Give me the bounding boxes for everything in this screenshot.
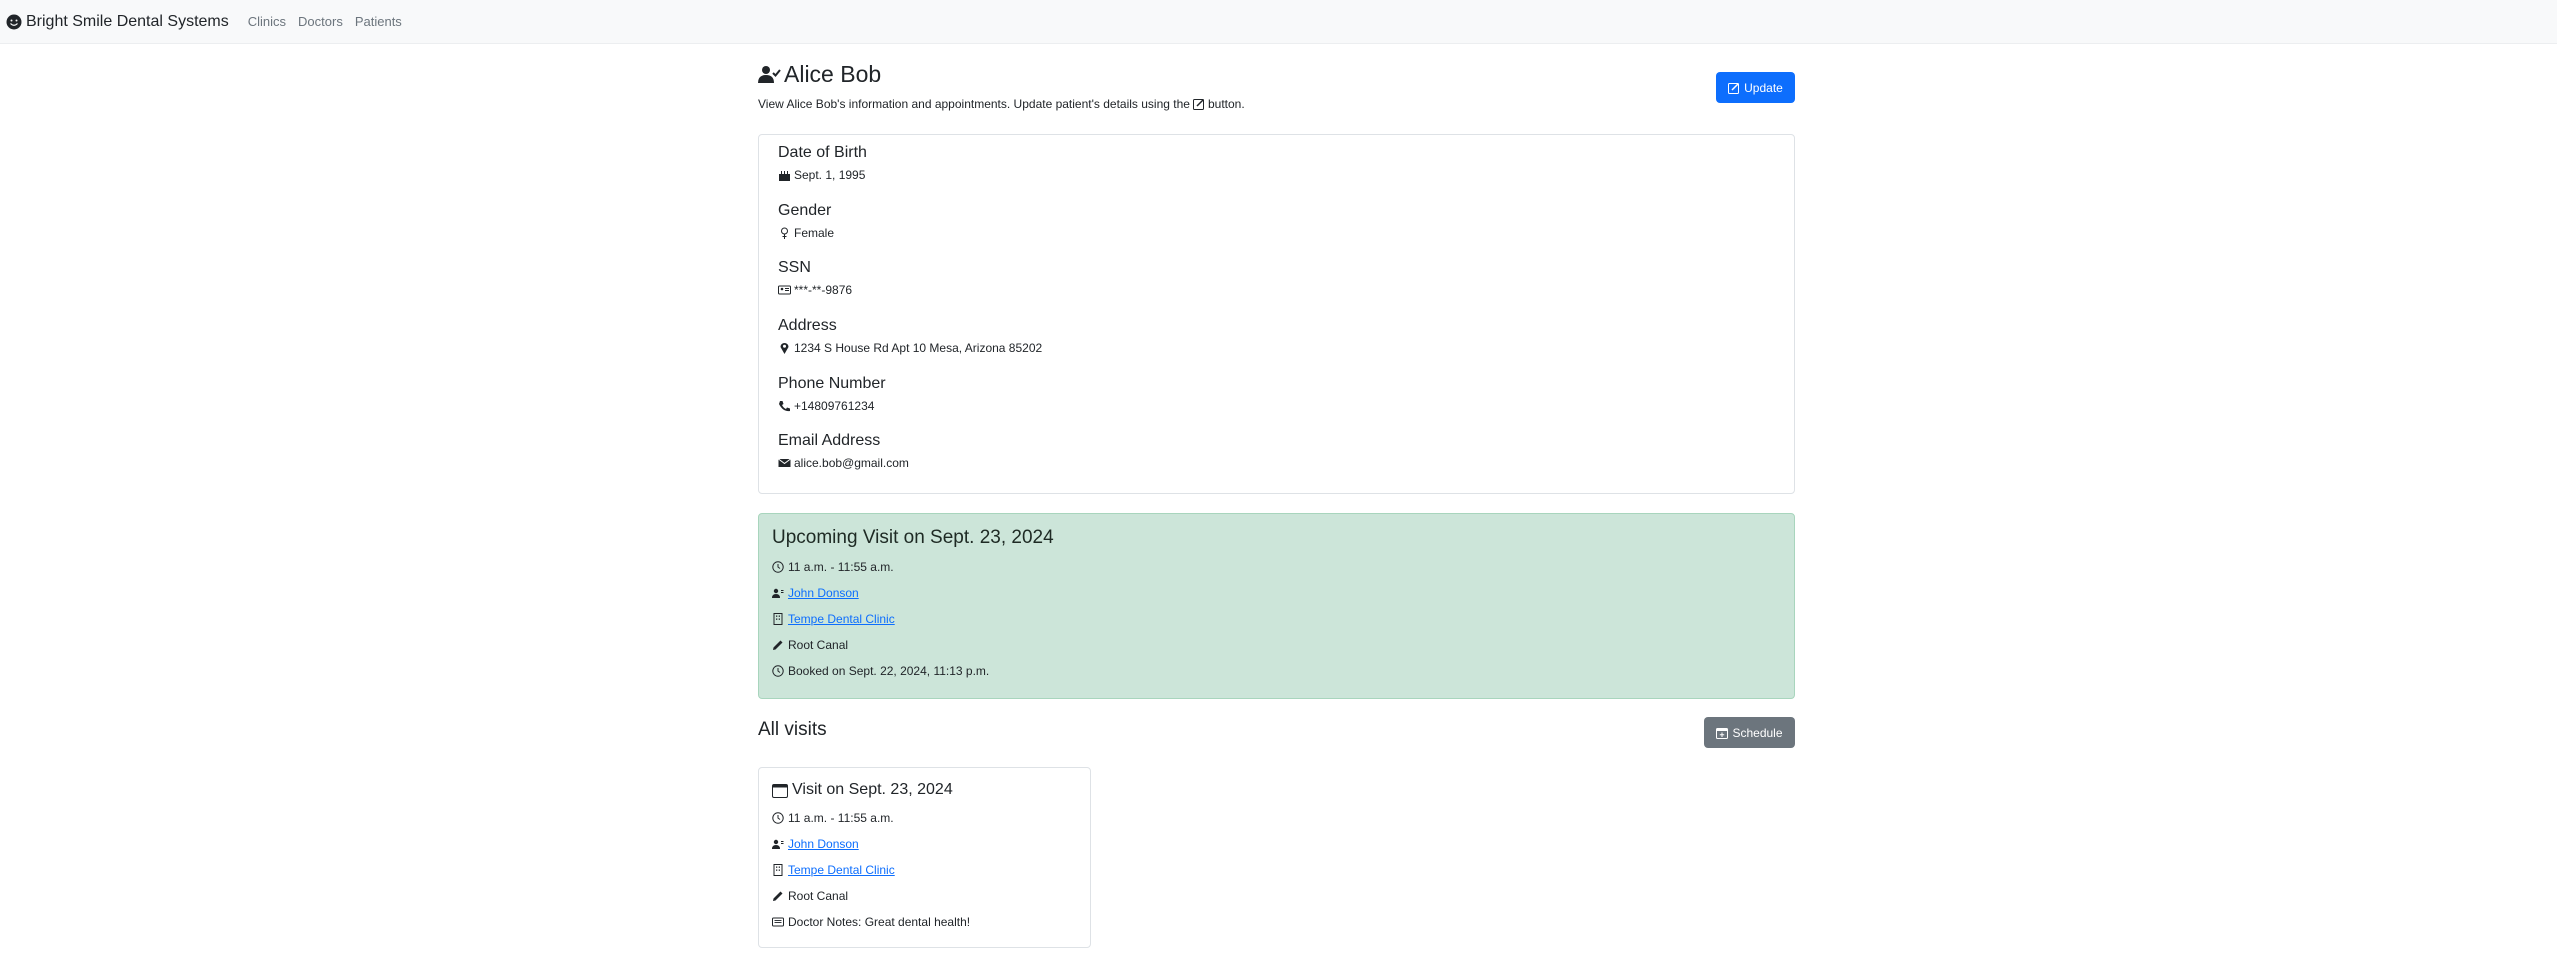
- field-label: Date of Birth: [778, 144, 867, 161]
- clock-icon: [772, 665, 784, 677]
- pencil-icon: [772, 890, 784, 902]
- visit-card: Visit on Sept. 23, 2024 11 a.m. - 11:55 …: [758, 767, 1091, 948]
- upcoming-procedure: Root Canal: [772, 638, 848, 652]
- upcoming-clinic-link[interactable]: Tempe Dental Clinic: [788, 612, 895, 626]
- brand-name: Bright Smile Dental Systems: [26, 12, 229, 30]
- envelope-icon: [778, 457, 791, 469]
- visit-time-text: 11 a.m. - 11:55 a.m.: [788, 811, 894, 825]
- nav-links: Clinics Doctors Patients: [248, 14, 414, 29]
- visit-notes: Doctor Notes: Great dental health!: [772, 915, 970, 929]
- subtitle-text: View Alice Bob's information and appoint…: [758, 97, 1190, 111]
- visit-clinic: Tempe Dental Clinic: [772, 863, 895, 877]
- visit-clinic-link[interactable]: Tempe Dental Clinic: [788, 863, 895, 877]
- field-phone-number: Phone Number +14809761234: [778, 375, 886, 413]
- card-text-icon: [772, 916, 784, 928]
- upcoming-doctor-link[interactable]: John Donson: [788, 586, 859, 600]
- visit-time: 11 a.m. - 11:55 a.m.: [772, 811, 894, 825]
- geo-pin-icon: [778, 342, 791, 354]
- upcoming-clinic: Tempe Dental Clinic: [772, 612, 895, 626]
- update-button-label: Update: [1744, 80, 1783, 95]
- calendar-plus-icon: [1716, 727, 1729, 739]
- field-value-row: 1234 S House Rd Apt 10 Mesa, Arizona 852…: [778, 341, 1042, 355]
- visit-notes-text: Doctor Notes: Great dental health!: [788, 915, 971, 929]
- page-subtitle: View Alice Bob's information and appoint…: [758, 97, 1245, 111]
- upcoming-visit-title: Upcoming Visit on Sept. 23, 2024: [772, 527, 1054, 548]
- cake-icon: [778, 169, 791, 181]
- clock-icon: [772, 561, 784, 573]
- pencil-square-icon: [1192, 98, 1205, 110]
- visit-doctor: John Donson: [772, 837, 859, 851]
- gender-female-icon: [778, 227, 791, 239]
- field-address: Address 1234 S House Rd Apt 10 Mesa, Ari…: [778, 317, 1042, 355]
- field-value-row: ***-**-9876: [778, 283, 852, 297]
- all-visits-heading: All visits: [758, 719, 827, 740]
- person-check-icon: [758, 65, 782, 85]
- field-value: Sept. 1, 1995: [794, 168, 866, 182]
- field-date-of-birth: Date of Birth Sept. 1, 1995: [778, 144, 867, 182]
- person-badge-icon: [772, 587, 784, 599]
- brand-link[interactable]: Bright Smile Dental Systems: [6, 13, 229, 31]
- smile-icon: [6, 14, 22, 30]
- field-ssn: SSN ***-**-9876: [778, 259, 852, 297]
- telephone-icon: [778, 400, 791, 412]
- field-value-row: Sept. 1, 1995: [778, 168, 867, 182]
- visit-title-row: Visit on Sept. 23, 2024: [772, 781, 953, 799]
- upcoming-time: 11 a.m. - 11:55 a.m.: [772, 560, 894, 574]
- visit-procedure-text: Root Canal: [788, 889, 849, 903]
- visit-doctor-link[interactable]: John Donson: [788, 837, 859, 851]
- update-button[interactable]: Update: [1716, 72, 1795, 103]
- navbar: Bright Smile Dental Systems Clinics Doct…: [0, 0, 2557, 44]
- page-title: Alice Bob: [784, 61, 882, 87]
- field-value: alice.bob@gmail.com: [794, 456, 909, 470]
- field-value-row: Female: [778, 226, 834, 240]
- field-label: Address: [778, 317, 837, 334]
- subtitle-text-end: button.: [1207, 97, 1245, 111]
- clock-icon: [772, 812, 784, 824]
- pencil-square-icon: [1728, 82, 1740, 94]
- upcoming-visit-card: Upcoming Visit on Sept. 23, 2024 11 a.m.…: [758, 513, 1795, 699]
- field-label: Gender: [778, 202, 832, 219]
- field-gender: Gender Female: [778, 202, 834, 240]
- nav-link-doctors[interactable]: Doctors: [298, 14, 343, 29]
- field-label: Email Address: [778, 432, 881, 449]
- patient-details-card: Date of Birth Sept. 1, 1995 Gender Femal…: [758, 134, 1795, 494]
- field-value: ***-**-9876: [794, 283, 853, 297]
- nav-link-clinics[interactable]: Clinics: [248, 14, 286, 29]
- nav-link-patients[interactable]: Patients: [355, 14, 402, 29]
- page-title-row: Alice Bob: [758, 61, 881, 88]
- upcoming-booked: Booked on Sept. 22, 2024, 11:13 p.m.: [772, 664, 989, 678]
- visit-procedure: Root Canal: [772, 889, 848, 903]
- visit-title: Visit on Sept. 23, 2024: [792, 781, 953, 798]
- building-icon: [772, 864, 784, 876]
- field-label: Phone Number: [778, 375, 886, 392]
- upcoming-doctor: John Donson: [772, 586, 859, 600]
- field-label: SSN: [778, 259, 811, 276]
- calendar-icon: [772, 783, 788, 798]
- person-badge-icon: [772, 838, 784, 850]
- field-email-address: Email Address alice.bob@gmail.com: [778, 432, 909, 470]
- field-value: +14809761234: [794, 399, 875, 413]
- field-value-row: +14809761234: [778, 399, 886, 413]
- field-value: 1234 S House Rd Apt 10 Mesa, Arizona 852…: [794, 341, 1043, 355]
- schedule-button-label: Schedule: [1732, 725, 1783, 740]
- person-vcard-icon: [778, 284, 791, 296]
- schedule-button[interactable]: Schedule: [1704, 717, 1795, 748]
- pencil-icon: [772, 639, 784, 651]
- field-value: Female: [794, 226, 835, 240]
- upcoming-procedure-text: Root Canal: [788, 638, 849, 652]
- building-icon: [772, 613, 784, 625]
- upcoming-booked-text: Booked on Sept. 22, 2024, 11:13 p.m.: [788, 664, 990, 678]
- field-value-row: alice.bob@gmail.com: [778, 456, 909, 470]
- upcoming-time-text: 11 a.m. - 11:55 a.m.: [788, 560, 894, 574]
